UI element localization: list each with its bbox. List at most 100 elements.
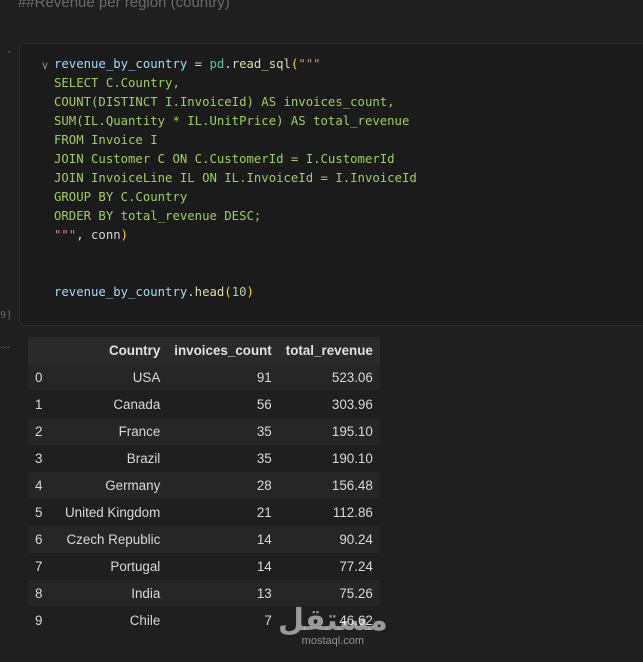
table-cell: 90.24	[278, 526, 380, 553]
table-cell: 13	[167, 580, 279, 607]
cell-gutter-dot: ·	[6, 47, 13, 58]
table-cell: 523.06	[278, 364, 380, 391]
table-row: 9 Chile 7 46.62	[28, 607, 380, 634]
code-cell[interactable]: ∨ revenue_by_country = pd.read_sql(""" SE…	[19, 43, 643, 326]
column-header	[28, 337, 58, 364]
table-cell: United Kingdom	[58, 499, 168, 526]
table-cell: 112.86	[278, 499, 380, 526]
watermark-url: mostaql.com	[301, 635, 365, 647]
code-token: GROUP BY C.Country	[54, 190, 188, 204]
code-line: """, conn)	[54, 226, 417, 245]
code-token: SELECT C.Country,	[54, 76, 180, 90]
row-index: 0	[28, 364, 58, 391]
code-token: SUM(IL.Quantity * IL.UnitPrice) AS total…	[54, 114, 410, 128]
code-token: revenue_by_country	[54, 285, 188, 299]
code-token: pd	[209, 57, 225, 71]
code-line: JOIN Customer C ON C.CustomerId = I.Cust…	[54, 150, 417, 169]
code-token: , conn	[76, 228, 121, 242]
column-header: invoices_count	[167, 337, 279, 364]
markdown-heading: ##Revenue per region (country)	[18, 0, 230, 11]
code-token: .	[224, 57, 232, 71]
row-index: 1	[28, 391, 58, 418]
code-line: ORDER BY total_revenue DESC;	[54, 207, 417, 226]
code-token: )	[120, 228, 129, 242]
output-collapse-icon[interactable]: …	[0, 340, 10, 351]
code-token: JOIN Customer C ON C.CustomerId = I.Cust…	[54, 152, 395, 166]
table-cell: 156.48	[278, 472, 380, 499]
code-token: """	[298, 57, 321, 71]
table-cell: 35	[167, 418, 279, 445]
column-header: total_revenue	[278, 337, 380, 364]
column-header: Country	[58, 337, 168, 364]
table-cell: 7	[167, 607, 279, 634]
row-index: 3	[28, 445, 58, 472]
table-header-row: Country invoices_count total_revenue	[28, 337, 380, 364]
code-token: COUNT(DISTINCT I.InvoiceId) AS invoices_…	[54, 95, 395, 109]
code-token: .	[187, 285, 195, 299]
table-cell: 14	[167, 553, 279, 580]
table-row: 7 Portugal 14 77.24	[28, 553, 380, 580]
code-token: read_sql	[231, 57, 291, 71]
table-cell: 28	[167, 472, 279, 499]
code-token: revenue_by_country	[54, 57, 188, 71]
execution-count: 9]	[0, 310, 13, 321]
code-token: )	[246, 285, 254, 299]
code-token: head	[194, 285, 225, 299]
table-row: 4 Germany 28 156.48	[28, 472, 380, 499]
code-line: revenue_by_country = pd.read_sql("""	[54, 55, 417, 74]
table-cell: 91	[167, 364, 279, 391]
code-line: revenue_by_country.head(10)	[54, 283, 417, 302]
code-editor[interactable]: revenue_by_country = pd.read_sql(""" SELE…	[54, 55, 417, 302]
row-index: 6	[28, 526, 58, 553]
table-cell: USA	[58, 364, 168, 391]
row-index: 4	[28, 472, 58, 499]
code-token: ORDER BY total_revenue DESC;	[54, 209, 262, 223]
row-index: 9	[28, 607, 58, 634]
code-line: SUM(IL.Quantity * IL.UnitPrice) AS total…	[54, 112, 417, 131]
table-cell: India	[58, 580, 168, 607]
code-token: =	[187, 57, 210, 71]
table-cell: Portugal	[58, 553, 168, 580]
table-row: 0 USA 91 523.06	[28, 364, 380, 391]
table-row: 2 France 35 195.10	[28, 418, 380, 445]
row-index: 2	[28, 418, 58, 445]
table-cell: 77.24	[278, 553, 380, 580]
code-token: """	[54, 228, 77, 242]
row-index: 8	[28, 580, 58, 607]
code-line: COUNT(DISTINCT I.InvoiceId) AS invoices_…	[54, 93, 417, 112]
table-cell: Germany	[58, 472, 168, 499]
table-cell: 46.62	[278, 607, 380, 634]
table-cell: France	[58, 418, 168, 445]
table-cell: 195.10	[278, 418, 380, 445]
table-cell: Czech Republic	[58, 526, 168, 553]
code-token: FROM Invoice I	[54, 133, 158, 147]
code-line: FROM Invoice I	[54, 131, 417, 150]
table-cell: 14	[167, 526, 279, 553]
chevron-down-icon[interactable]: ∨	[41, 59, 49, 72]
table-cell: 75.26	[278, 580, 380, 607]
table-cell: Brazil	[58, 445, 168, 472]
table-cell: Canada	[58, 391, 168, 418]
table-row: 8 India 13 75.26	[28, 580, 380, 607]
table-row: 6 Czech Republic 14 90.24	[28, 526, 380, 553]
table-row: 3 Brazil 35 190.10	[28, 445, 380, 472]
row-index: 5	[28, 499, 58, 526]
table-cell: 303.96	[278, 391, 380, 418]
table-cell: Chile	[58, 607, 168, 634]
code-token: JOIN InvoiceLine IL ON IL.InvoiceId = I.…	[54, 171, 417, 185]
table-cell: 35	[167, 445, 279, 472]
table-cell: 190.10	[278, 445, 380, 472]
code-line: SELECT C.Country,	[54, 74, 417, 93]
code-line: JOIN InvoiceLine IL ON IL.InvoiceId = I.…	[54, 169, 417, 188]
table-row: 5 United Kingdom 21 112.86	[28, 499, 380, 526]
table-row: 1 Canada 56 303.96	[28, 391, 380, 418]
code-token: (	[224, 285, 232, 299]
code-line: GROUP BY C.Country	[54, 188, 417, 207]
row-index: 7	[28, 553, 58, 580]
code-token: 10	[231, 285, 247, 299]
table-cell: 56	[167, 391, 279, 418]
dataframe-output: Country invoices_count total_revenue 0 USA 9…	[28, 337, 380, 634]
table-cell: 21	[167, 499, 279, 526]
